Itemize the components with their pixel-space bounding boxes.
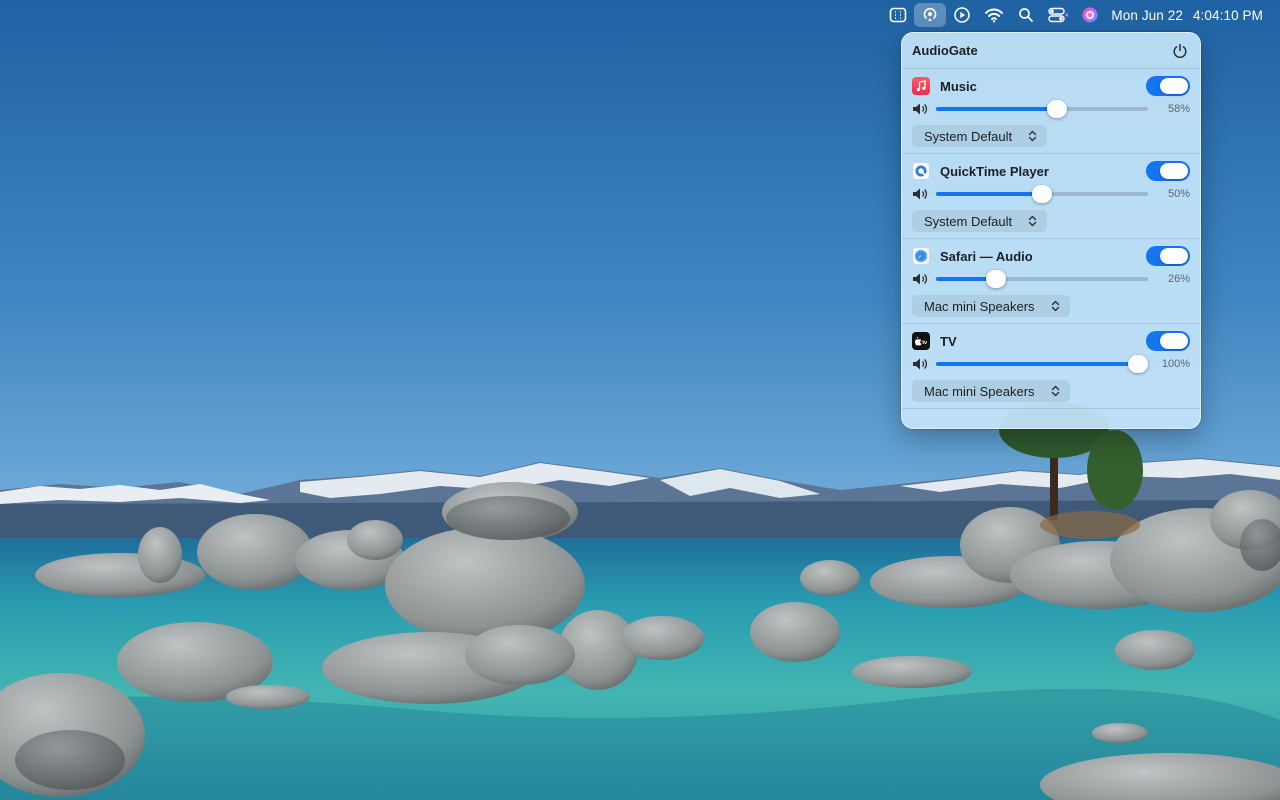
volume-percent: 58% [1167,103,1190,115]
power-button[interactable] [1170,41,1190,61]
volume-slider[interactable] [936,270,1148,288]
chevron-updown-icon [1051,385,1059,397]
volume-slider-thumb[interactable] [1128,355,1148,373]
safari-icon [912,247,930,265]
search-icon[interactable] [1010,3,1042,27]
play-icon[interactable] [946,3,978,27]
volume-percent: 26% [1167,273,1190,285]
volume-slider[interactable] [936,185,1148,203]
app-enable-toggle[interactable] [1146,331,1190,351]
output-device-select[interactable]: System Default [912,210,1048,232]
app-row-safari: Safari — Audio 26% Mac mini Speakers [902,239,1200,324]
volume-percent: 50% [1167,188,1190,200]
quicktime-icon [912,162,930,180]
music-icon [912,77,930,95]
svg-text:tv: tv [922,340,928,346]
menubar-time[interactable]: 4:04:10 PM [1188,8,1268,23]
app-enable-toggle[interactable] [1146,161,1190,181]
app-name: QuickTime Player [940,163,1049,179]
volume-percent: 100% [1161,358,1190,370]
speaker-icon [913,358,927,370]
output-device-label: System Default [924,128,1013,144]
speaker-icon [913,273,927,285]
menubar-date[interactable]: Mon Jun 22 [1106,8,1188,23]
output-device-label: Mac mini Speakers [924,298,1035,314]
speaker-icon [913,188,927,200]
siri-icon[interactable] [1074,3,1106,27]
control-center-icon[interactable] [1042,3,1074,27]
audiogate-popover: AudioGate Music 58% System Default Quick… [901,32,1201,429]
speaker-icon [913,103,927,115]
output-device-select[interactable]: Mac mini Speakers [912,380,1070,402]
app-name: TV [940,333,957,349]
panel-title: AudioGate [912,43,978,58]
chevron-updown-icon [1028,130,1037,142]
app-row-quicktime: QuickTime Player 50% System Default [902,154,1200,239]
wifi-icon[interactable] [978,3,1010,27]
tv-icon: tv [912,332,930,350]
power-icon [1173,43,1187,58]
output-device-select[interactable]: System Default [912,125,1048,147]
app-row-music: Music 58% System Default [902,69,1200,154]
menu-bar: Mon Jun 22 4:04:10 PM [0,0,1280,30]
audio-gate-icon[interactable] [914,3,947,27]
chevron-updown-icon [1051,300,1059,312]
panel-header: AudioGate [902,33,1200,69]
output-device-label: System Default [924,213,1013,229]
output-device-label: Mac mini Speakers [924,383,1035,399]
app-name: Safari — Audio [940,248,1033,264]
app-row-tv: tv TV 100% Mac mini Speakers [902,324,1200,409]
volume-slider[interactable] [936,100,1148,118]
volume-slider-thumb[interactable] [1032,185,1052,203]
volume-slider[interactable] [936,355,1148,373]
chevron-updown-icon [1028,215,1037,227]
display-icon[interactable] [882,3,914,27]
app-enable-toggle[interactable] [1146,76,1190,96]
volume-slider-thumb[interactable] [985,270,1006,288]
output-device-select[interactable]: Mac mini Speakers [912,295,1070,317]
app-name: Music [940,78,977,94]
app-enable-toggle[interactable] [1146,246,1190,266]
volume-slider-thumb[interactable] [1047,100,1068,118]
